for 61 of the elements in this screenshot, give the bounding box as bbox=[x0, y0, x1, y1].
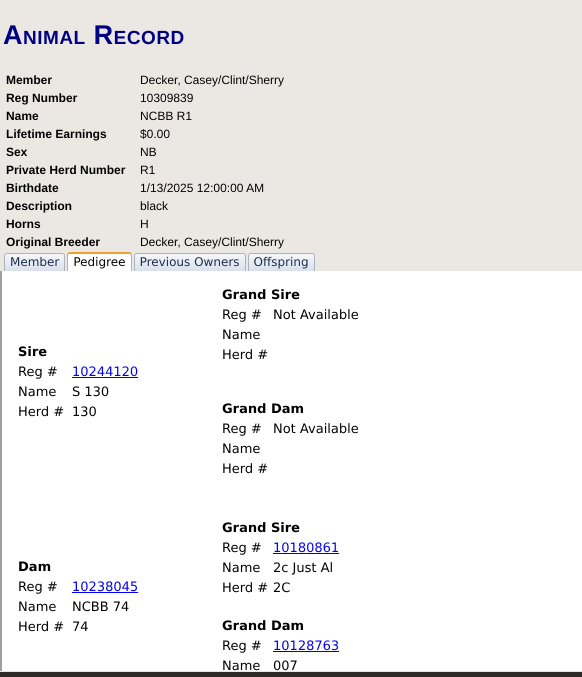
field-label: Lifetime Earnings bbox=[6, 127, 107, 141]
field-value: 74 bbox=[72, 620, 89, 634]
field-label: Name bbox=[222, 560, 260, 576]
field-label: Herd # bbox=[222, 348, 268, 362]
field-label: Reg Number bbox=[6, 91, 78, 105]
field-label: Herd # bbox=[18, 404, 64, 420]
tab[interactable]: Offspring bbox=[248, 253, 315, 271]
field-label: Reg # bbox=[222, 308, 262, 322]
registration-link[interactable]: 10128763 bbox=[273, 638, 340, 654]
field-label: Reg # bbox=[222, 422, 262, 436]
field-label: Name bbox=[18, 384, 56, 400]
field-label: Name bbox=[222, 328, 260, 342]
field-value: 2C bbox=[273, 580, 290, 596]
section-heading: Grand Dam bbox=[222, 618, 304, 634]
field-label: Name bbox=[222, 442, 260, 456]
field-value: H bbox=[140, 217, 149, 231]
field-value: Not Available bbox=[273, 308, 359, 322]
field-label: Reg # bbox=[18, 580, 58, 594]
field-value: R1 bbox=[140, 163, 156, 177]
field-value: NCBB R1 bbox=[140, 109, 192, 123]
field-value: 1/13/2025 12:00:00 AM bbox=[140, 181, 264, 195]
field-value: 130 bbox=[72, 404, 97, 420]
field-label: Sex bbox=[6, 145, 28, 159]
section-heading: Dam bbox=[18, 560, 52, 574]
field-label: Herd # bbox=[18, 620, 64, 634]
field-value: NB bbox=[140, 145, 157, 159]
tab[interactable]: Previous Owners bbox=[134, 253, 246, 271]
field-value: black bbox=[140, 199, 168, 213]
field-label: Member bbox=[6, 73, 52, 87]
registration-link[interactable]: 10180861 bbox=[273, 540, 340, 556]
field-label: Herd # bbox=[222, 580, 268, 596]
field-value: Decker, Casey/Clint/Sherry bbox=[140, 73, 284, 87]
registration-link[interactable]: 10244120 bbox=[72, 364, 138, 380]
field-label: Description bbox=[6, 199, 72, 213]
field-label: Private Herd Number bbox=[6, 163, 126, 177]
section-heading: Grand Sire bbox=[222, 288, 300, 302]
section-heading: Sire bbox=[18, 344, 48, 360]
field-label: Name bbox=[6, 109, 39, 123]
field-label: Herd # bbox=[222, 462, 268, 476]
field-label: Name bbox=[18, 600, 56, 614]
field-label: Name bbox=[222, 658, 260, 671]
field-value: S 130 bbox=[72, 384, 110, 400]
section-heading: Grand Sire bbox=[222, 520, 300, 536]
field-value: Not Available bbox=[273, 422, 359, 436]
registration-link[interactable]: 10238045 bbox=[72, 580, 138, 594]
tab[interactable]: Pedigree bbox=[67, 252, 132, 271]
field-label: Reg # bbox=[222, 540, 262, 556]
field-value: $0.00 bbox=[140, 127, 170, 141]
page-title: Animal Record bbox=[3, 19, 185, 52]
field-value: 10309839 bbox=[140, 91, 194, 105]
field-label: Original Breeder bbox=[6, 235, 100, 249]
field-value: 007 bbox=[273, 658, 298, 671]
field-value: NCBB 74 bbox=[72, 600, 130, 614]
field-value: 2c Just Al bbox=[273, 560, 334, 576]
field-label: Reg # bbox=[18, 364, 58, 380]
field-value: Decker, Casey/Clint/Sherry bbox=[140, 235, 284, 249]
field-label: Horns bbox=[6, 217, 41, 231]
tab[interactable]: Member bbox=[4, 253, 66, 271]
section-heading: Grand Dam bbox=[222, 402, 304, 416]
field-label: Reg # bbox=[222, 638, 262, 654]
field-label: Birthdate bbox=[6, 181, 59, 195]
